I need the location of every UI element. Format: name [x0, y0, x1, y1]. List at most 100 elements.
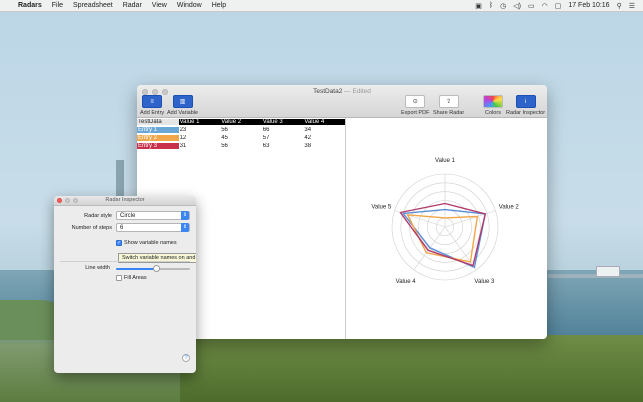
show-variable-names-checkbox[interactable]: ✓: [116, 240, 122, 246]
inspector-title: Radar Inspector: [105, 197, 145, 203]
menubar-clock[interactable]: 17 Feb 10:16: [568, 2, 609, 9]
background-grass: [180, 335, 643, 402]
inspector-window-controls: [57, 198, 78, 203]
menu-radar[interactable]: Radar: [123, 2, 142, 9]
export-pdf-button[interactable]: ⊙ Export PDF: [401, 95, 429, 116]
axis-label: Value 2: [499, 204, 520, 210]
table-cell[interactable]: 66: [262, 127, 304, 133]
add-variable-button[interactable]: ▥ Add Variable: [167, 95, 198, 116]
radar-inspector-button[interactable]: i Radar Inspector: [506, 95, 545, 116]
data-table: TestData Value 1 Value 2 Value 3 Value 4…: [137, 118, 345, 150]
header-value-4[interactable]: Value 4: [303, 119, 345, 125]
table-cell[interactable]: 56: [220, 143, 262, 149]
radar-chart: Value 1 Value 2 Value 3 Value 4 Value 5: [371, 158, 520, 285]
line-width-slider[interactable]: [116, 265, 190, 272]
menu-bar: Radars File Spreadsheet Radar View Windo…: [0, 0, 643, 12]
row-entry-2-name[interactable]: Entry 2: [137, 135, 179, 141]
close-inspector-button[interactable]: [57, 198, 62, 203]
window-title: TestData2 — Edited: [137, 88, 547, 95]
header-value-1[interactable]: Value 1: [178, 119, 221, 125]
menu-help[interactable]: Help: [212, 2, 226, 9]
table-cell[interactable]: 23: [179, 127, 221, 133]
radar-status-icon[interactable]: ▣: [475, 2, 482, 10]
fill-areas-checkbox[interactable]: [116, 275, 122, 281]
separator: [60, 261, 190, 262]
export-pdf-icon: ⊙: [405, 95, 426, 108]
menu-view[interactable]: View: [152, 2, 167, 9]
radar-inspector-label: Radar Inspector: [506, 110, 546, 116]
header-value-3[interactable]: Value 3: [261, 119, 304, 125]
table-row: Entry 2 12 45 57 42: [137, 134, 345, 142]
table-cell[interactable]: 45: [220, 135, 262, 141]
menu-app-name[interactable]: Radars: [18, 2, 42, 9]
table-cell[interactable]: 31: [179, 143, 221, 149]
colors-button[interactable]: Colors: [483, 95, 503, 116]
minimize-inspector-button[interactable]: [65, 198, 70, 203]
table-cell[interactable]: 63: [262, 143, 304, 149]
edited-indicator: — Edited: [344, 88, 371, 95]
slider-knob[interactable]: [153, 265, 161, 272]
table-cell[interactable]: 12: [179, 135, 221, 141]
radar-style-label: Radar style: [84, 213, 112, 219]
inspector-titlebar[interactable]: Radar Inspector: [54, 196, 196, 206]
axis-label: Value 1: [435, 158, 456, 164]
share-icon: ⇪: [438, 95, 459, 108]
notification-center-icon[interactable]: ☰: [629, 2, 635, 10]
menu-window[interactable]: Window: [177, 2, 202, 9]
status-area: ▣ ᛒ ◷ ◁) ▭ ◠ ▢ 17 Feb 10:16 ⚲ ☰: [475, 2, 643, 10]
menu-spreadsheet[interactable]: Spreadsheet: [73, 2, 113, 9]
table-cell[interactable]: 38: [303, 143, 345, 149]
table-cell[interactable]: 56: [220, 127, 262, 133]
window-titlebar[interactable]: TestData2 — Edited ≡ Add Entry ▥ Add Var…: [137, 85, 547, 118]
axis-label: Value 5: [371, 204, 392, 210]
radar-style-value: Circle: [120, 213, 136, 219]
steps-stepper[interactable]: 6 ⇕: [116, 223, 190, 232]
show-variable-names-label[interactable]: Show variable names: [124, 240, 177, 246]
display-icon[interactable]: ▢: [555, 2, 562, 10]
header-value-2[interactable]: Value 2: [220, 119, 262, 125]
add-entry-label: Add Entry: [140, 110, 165, 116]
axis-label: Value 3: [474, 279, 495, 285]
document-name: TestData2: [313, 88, 343, 95]
axis-label: Value 4: [396, 279, 417, 285]
colors-label: Colors: [485, 110, 501, 116]
table-cell[interactable]: 57: [262, 135, 304, 141]
table-row: Entry 1 23 56 66 34: [137, 126, 345, 134]
add-entry-button[interactable]: ≡ Add Entry: [140, 95, 164, 116]
steps-label: Number of steps: [71, 225, 112, 231]
table-cell[interactable]: 34: [303, 127, 345, 133]
grid-spoke: [394, 210, 446, 228]
header-testdata[interactable]: TestData: [137, 119, 179, 125]
battery-icon[interactable]: ▭: [528, 2, 535, 10]
row-entry-3-name[interactable]: Entry 3: [137, 143, 179, 149]
share-radar-label: Share Radar: [433, 110, 465, 116]
fill-areas-label[interactable]: Fill Areas: [124, 275, 147, 281]
radar-style-select[interactable]: Circle ⇕: [116, 211, 190, 220]
share-radar-button[interactable]: ⇪ Share Radar: [433, 95, 464, 116]
info-icon: i: [515, 95, 536, 108]
document-window: TestData2 — Edited ≡ Add Entry ▥ Add Var…: [137, 85, 547, 339]
color-wheel-icon: [483, 95, 503, 108]
time-machine-icon[interactable]: ◷: [500, 2, 506, 10]
help-button[interactable]: ?: [182, 354, 190, 362]
stepper-arrows-icon: ⇕: [181, 223, 189, 232]
line-width-label: Line width: [85, 265, 110, 271]
slider-fill: [116, 268, 157, 270]
steps-value: 6: [120, 225, 124, 231]
wifi-icon[interactable]: ◠: [542, 2, 548, 10]
menu-file[interactable]: File: [52, 2, 63, 9]
background-truck: [596, 266, 620, 277]
volume-icon[interactable]: ◁): [513, 2, 521, 10]
export-pdf-label: Export PDF: [401, 110, 430, 116]
row-entry-1-name[interactable]: Entry 1: [137, 127, 179, 133]
bluetooth-icon[interactable]: ᛒ: [489, 2, 493, 9]
grid-spoke: [444, 226, 477, 271]
zoom-inspector-button[interactable]: [73, 198, 78, 203]
add-entry-icon: ≡: [142, 95, 163, 108]
select-arrows-icon: ⇕: [181, 211, 189, 220]
table-cell[interactable]: 42: [303, 135, 345, 141]
spotlight-icon[interactable]: ⚲: [617, 2, 622, 10]
table-header-row: TestData Value 1 Value 2 Value 3 Value 4: [137, 118, 345, 126]
radar-inspector-panel: Radar Inspector Radar style Circle ⇕ Num…: [54, 196, 196, 373]
add-variable-icon: ▥: [172, 95, 193, 108]
